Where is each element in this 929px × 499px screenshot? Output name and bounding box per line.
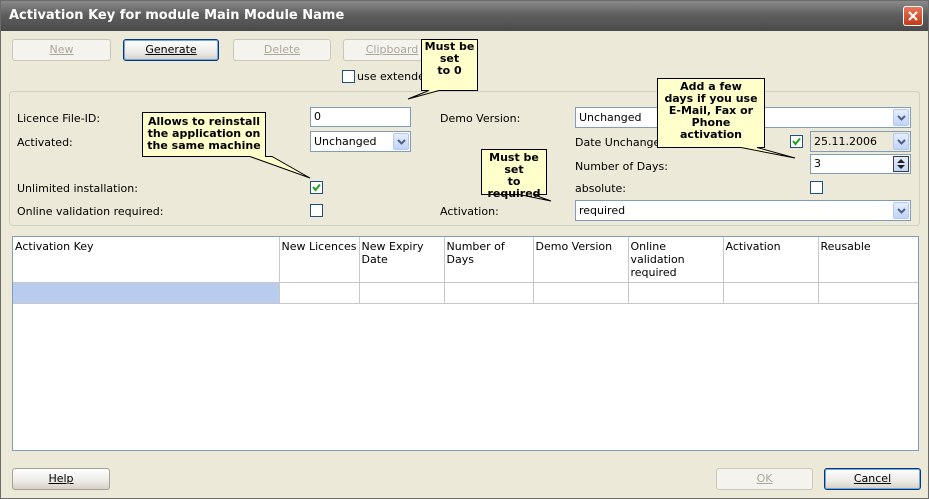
ok-button[interactable]: OK — [716, 468, 813, 490]
checkmark-icon — [792, 137, 801, 146]
number-of-days-label: Number of Days: — [575, 160, 668, 173]
column-header-number-of-days[interactable]: Number of Days — [444, 237, 534, 283]
callout-must-be-required: Must be set to required — [481, 149, 552, 202]
demo-version-value: Unchanged — [579, 111, 642, 124]
table-cell[interactable] — [13, 282, 280, 304]
table-cell[interactable] — [533, 282, 629, 304]
table-header-row: Activation Key New Licences New Expiry D… — [13, 237, 918, 283]
absolute-checkbox[interactable] — [810, 181, 823, 194]
table-cell[interactable] — [444, 282, 534, 304]
column-header-reusable[interactable]: Reusable — [818, 237, 918, 283]
column-header-new-licences[interactable]: New Licences — [279, 237, 360, 283]
unlimited-installation-label: Unlimited installation: — [17, 182, 138, 195]
window-title: Activation Key for module Main Module Na… — [9, 8, 345, 23]
callout-must-be-zero-text: Must be set to 0 — [424, 40, 475, 77]
table-cell[interactable] — [359, 282, 445, 304]
generate-button[interactable]: Generate — [123, 39, 219, 61]
number-of-days-input[interactable]: 3 — [810, 154, 911, 174]
activation-label: Activation: — [440, 205, 499, 218]
column-header-online-validation[interactable]: Online validation required — [628, 237, 724, 283]
date-dropdown-button[interactable] — [893, 133, 909, 150]
callout-reinstall-text: Allows to reinstall the application on t… — [147, 115, 261, 152]
table-cell[interactable] — [723, 282, 819, 304]
delete-button[interactable]: Delete — [233, 39, 331, 61]
new-button[interactable]: New — [12, 39, 111, 61]
licence-file-id-input[interactable]: 0 — [310, 107, 411, 127]
chevron-down-icon — [897, 139, 906, 145]
table-row[interactable] — [13, 282, 918, 304]
dialog-window: Activation Key for module Main Module Na… — [0, 0, 929, 499]
table-cell[interactable] — [279, 282, 360, 304]
callout-must-be-required-text: Must be set to required — [487, 151, 541, 200]
close-icon — [908, 11, 918, 21]
demo-version-dropdown-button[interactable] — [893, 109, 909, 126]
activated-value: Unchanged — [314, 135, 377, 148]
date-picker[interactable]: 25.11.2006 — [810, 131, 911, 152]
callout-add-days: Add a few days if you use E-Mail, Fax or… — [657, 78, 796, 159]
activation-select[interactable]: required — [575, 200, 911, 221]
table-cell[interactable] — [628, 282, 724, 304]
close-button[interactable] — [903, 6, 923, 26]
date-unchanged-checkbox[interactable] — [790, 135, 803, 148]
checkmark-icon — [312, 183, 321, 192]
callout-must-be-zero: Must be set to 0 — [407, 39, 478, 100]
chevron-down-icon — [897, 208, 906, 214]
online-validation-checkbox[interactable] — [310, 204, 323, 217]
callout-add-days-text: Add a few days if you use E-Mail, Fax or… — [664, 80, 758, 141]
column-header-activation-key[interactable]: Activation Key — [13, 237, 280, 283]
cancel-button[interactable]: Cancel — [824, 468, 921, 490]
activation-dropdown-button[interactable] — [893, 202, 909, 219]
date-value: 25.11.2006 — [814, 135, 877, 148]
chevron-down-icon — [897, 115, 906, 121]
days-spinner-button[interactable] — [893, 156, 909, 172]
spinner-arrows-icon — [897, 159, 905, 169]
absolute-label: absolute: — [575, 182, 626, 195]
title-bar[interactable]: Activation Key for module Main Module Na… — [1, 1, 928, 31]
unlimited-installation-checkbox[interactable] — [310, 181, 323, 194]
activation-value: required — [579, 204, 626, 217]
help-button[interactable]: Help — [12, 468, 110, 490]
activated-select[interactable]: Unchanged — [310, 131, 411, 152]
callout-reinstall: Allows to reinstall the application on t… — [142, 112, 311, 179]
chevron-down-icon — [397, 139, 406, 145]
activated-dropdown-button[interactable] — [393, 133, 409, 150]
activation-key-table[interactable]: Activation Key New Licences New Expiry D… — [12, 236, 919, 451]
number-of-days-value: 3 — [814, 157, 821, 170]
online-validation-label: Online validation required: — [17, 205, 164, 218]
demo-version-label: Demo Version: — [440, 112, 521, 125]
activated-label: Activated: — [17, 136, 73, 149]
use-extended-checkbox[interactable] — [342, 70, 355, 83]
date-unchanged-label: Date Unchanged — [575, 136, 668, 149]
table-cell[interactable] — [818, 282, 918, 304]
column-header-demo-version[interactable]: Demo Version — [533, 237, 629, 283]
licence-file-id-label: Licence File-ID: — [17, 112, 101, 125]
column-header-activation[interactable]: Activation — [723, 237, 819, 283]
column-header-new-expiry-date[interactable]: New Expiry Date — [359, 237, 445, 283]
